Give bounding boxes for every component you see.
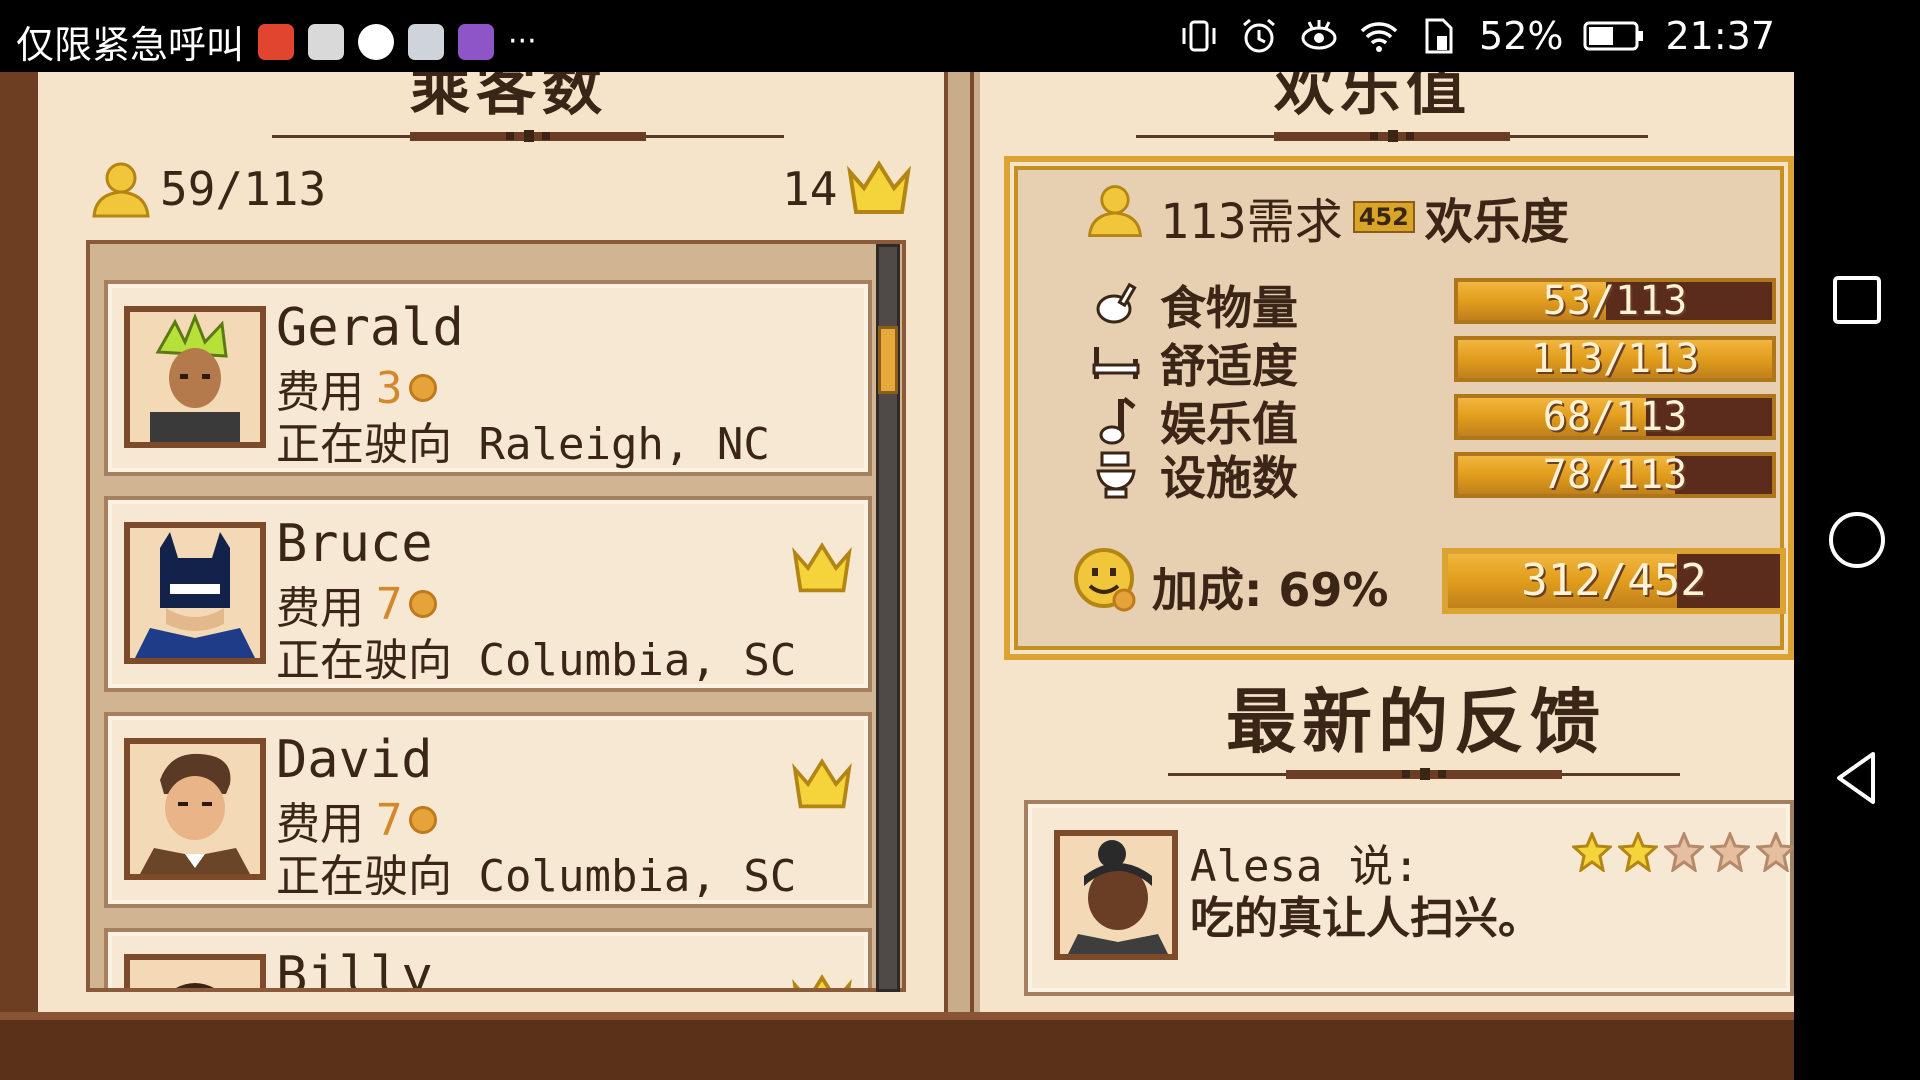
stat-row-facilities: 设施数 [1090, 442, 1298, 508]
wifi-icon [1360, 22, 1398, 52]
passenger-icon [1087, 185, 1143, 237]
toilet-icon [1096, 451, 1136, 499]
recents-button[interactable] [1827, 270, 1887, 330]
stat-label: 设施数 [1160, 451, 1298, 505]
fee-value: 7 [376, 578, 403, 630]
battery-icon [1583, 21, 1644, 51]
bar-value: 68/113 [1542, 394, 1688, 440]
list-item[interactable]: Billy [104, 928, 872, 992]
coin-icon [408, 590, 437, 618]
needs-suffix: 欢乐度 [1424, 194, 1569, 250]
battery-percent: 52% [1479, 14, 1564, 58]
stat-bar-entertainment: 68/113 [1454, 394, 1776, 440]
happy-face-icon [1074, 548, 1136, 612]
rating-stars [1572, 832, 1794, 872]
needs-badge: 452 [1352, 201, 1415, 233]
sim-icon [1425, 18, 1453, 54]
passengers-title: 乘客数 [410, 72, 608, 124]
bonus-bar: 312/452 [1442, 548, 1786, 614]
stat-label: 舒适度 [1160, 339, 1298, 393]
game-area: 乘客数 59/113 14 Gerald 费用 3 正在驶向 Raleigh, … [0, 72, 1794, 1080]
feedback-title: 最新的反馈 [1226, 681, 1606, 763]
news-app-icon [308, 23, 345, 60]
stat-bar-comfort: 113/113 [1454, 336, 1776, 382]
star-empty-icon [1710, 832, 1750, 872]
crown-icon [847, 160, 911, 214]
status-bar: 仅限紧急呼叫 ··· 52% 21:37 [0, 0, 1920, 72]
needs-summary: 113需求 452 欢乐度 [1160, 182, 1569, 252]
feedback-card: Alesa 说: 吃的真让人扫兴。 [1024, 800, 1794, 996]
qq-app-icon [358, 23, 395, 60]
needs-prefix: 113需求 [1160, 194, 1343, 250]
book-spine [944, 72, 974, 1080]
passenger-destination: 正在驶向 Columbia, SC [276, 851, 797, 902]
mail-app-icon [408, 23, 445, 60]
alarm-icon [1243, 18, 1275, 53]
bar-value: 113/113 [1530, 336, 1700, 382]
fee-value: 3 [376, 362, 403, 414]
passenger-icon [92, 162, 150, 218]
happiness-panel: 113需求 452 欢乐度 食物量 舒适度 娱乐值 设施数 53/113 113… [1004, 156, 1794, 660]
eye-icon [1301, 20, 1337, 50]
title-ornament-right [1136, 128, 1648, 144]
book-bottom-edge [0, 1012, 1794, 1080]
stat-row-comfort: 舒适度 [1090, 330, 1298, 396]
passenger-name: Bruce [276, 514, 433, 574]
carrier-text: 仅限紧急呼叫 [16, 23, 245, 67]
star-filled-icon [1572, 832, 1612, 872]
avatar [1054, 830, 1178, 960]
passenger-name: David [276, 730, 433, 790]
avatar [124, 306, 266, 448]
coin-icon [408, 374, 437, 402]
bed-icon [1092, 347, 1140, 379]
music-note-icon [1099, 397, 1136, 445]
back-button[interactable] [1827, 748, 1887, 808]
passenger-destination: 正在驶向 Raleigh, NC [276, 419, 770, 470]
title-ornament-left [272, 128, 784, 144]
star-empty-icon [1756, 832, 1794, 872]
list-item[interactable]: Gerald 费用 3 正在驶向 Raleigh, NC [104, 280, 872, 476]
avatar [124, 522, 266, 664]
clock: 21:37 [1665, 14, 1775, 58]
feedback-ornament [1168, 766, 1680, 782]
vip-crown-icon [792, 974, 852, 988]
gallery-app-icon [458, 23, 495, 60]
star-empty-icon [1664, 832, 1704, 872]
stat-bar-facilities: 78/113 [1454, 452, 1776, 498]
stat-bar-food: 53/113 [1454, 278, 1776, 324]
passenger-name: Gerald [276, 298, 464, 358]
avatar [124, 954, 266, 988]
drumstick-icon [1096, 282, 1137, 324]
stat-label: 食物量 [1160, 281, 1298, 335]
passenger-count: 59/113 [160, 162, 327, 216]
passenger-list[interactable]: Gerald 费用 3 正在驶向 Raleigh, NC Bruce 费用 7 … [86, 240, 906, 992]
list-item[interactable]: David 费用 7 正在驶向 Columbia, SC [104, 712, 872, 908]
coin-icon [408, 806, 437, 834]
bonus-label: 加成: 69% [1152, 563, 1389, 617]
navigation-bar [1794, 72, 1920, 1080]
bar-value: 312/452 [1521, 555, 1707, 606]
vip-crown-icon [792, 758, 852, 809]
fee-value: 7 [376, 794, 403, 846]
feedback-text: 吃的真让人扫兴。 [1190, 893, 1542, 944]
stat-row-food: 食物量 [1090, 272, 1298, 338]
bar-value: 78/113 [1542, 452, 1688, 498]
scrollbar-thumb[interactable] [878, 326, 898, 394]
passenger-destination: 正在驶向 Columbia, SC [276, 635, 797, 686]
overflow-indicator: ··· [508, 24, 537, 59]
home-button[interactable] [1827, 510, 1887, 570]
passenger-name: Billy [276, 946, 433, 992]
vibrate-icon [1182, 20, 1216, 52]
happiness-title: 欢乐值 [1274, 72, 1472, 124]
vip-count: 14 [782, 162, 838, 216]
bar-value: 53/113 [1542, 278, 1688, 324]
health-app-icon [258, 23, 295, 60]
avatar [124, 738, 266, 880]
list-item[interactable]: Bruce 费用 7 正在驶向 Columbia, SC [104, 496, 872, 692]
vip-crown-icon [792, 542, 852, 593]
star-filled-icon [1618, 832, 1658, 872]
